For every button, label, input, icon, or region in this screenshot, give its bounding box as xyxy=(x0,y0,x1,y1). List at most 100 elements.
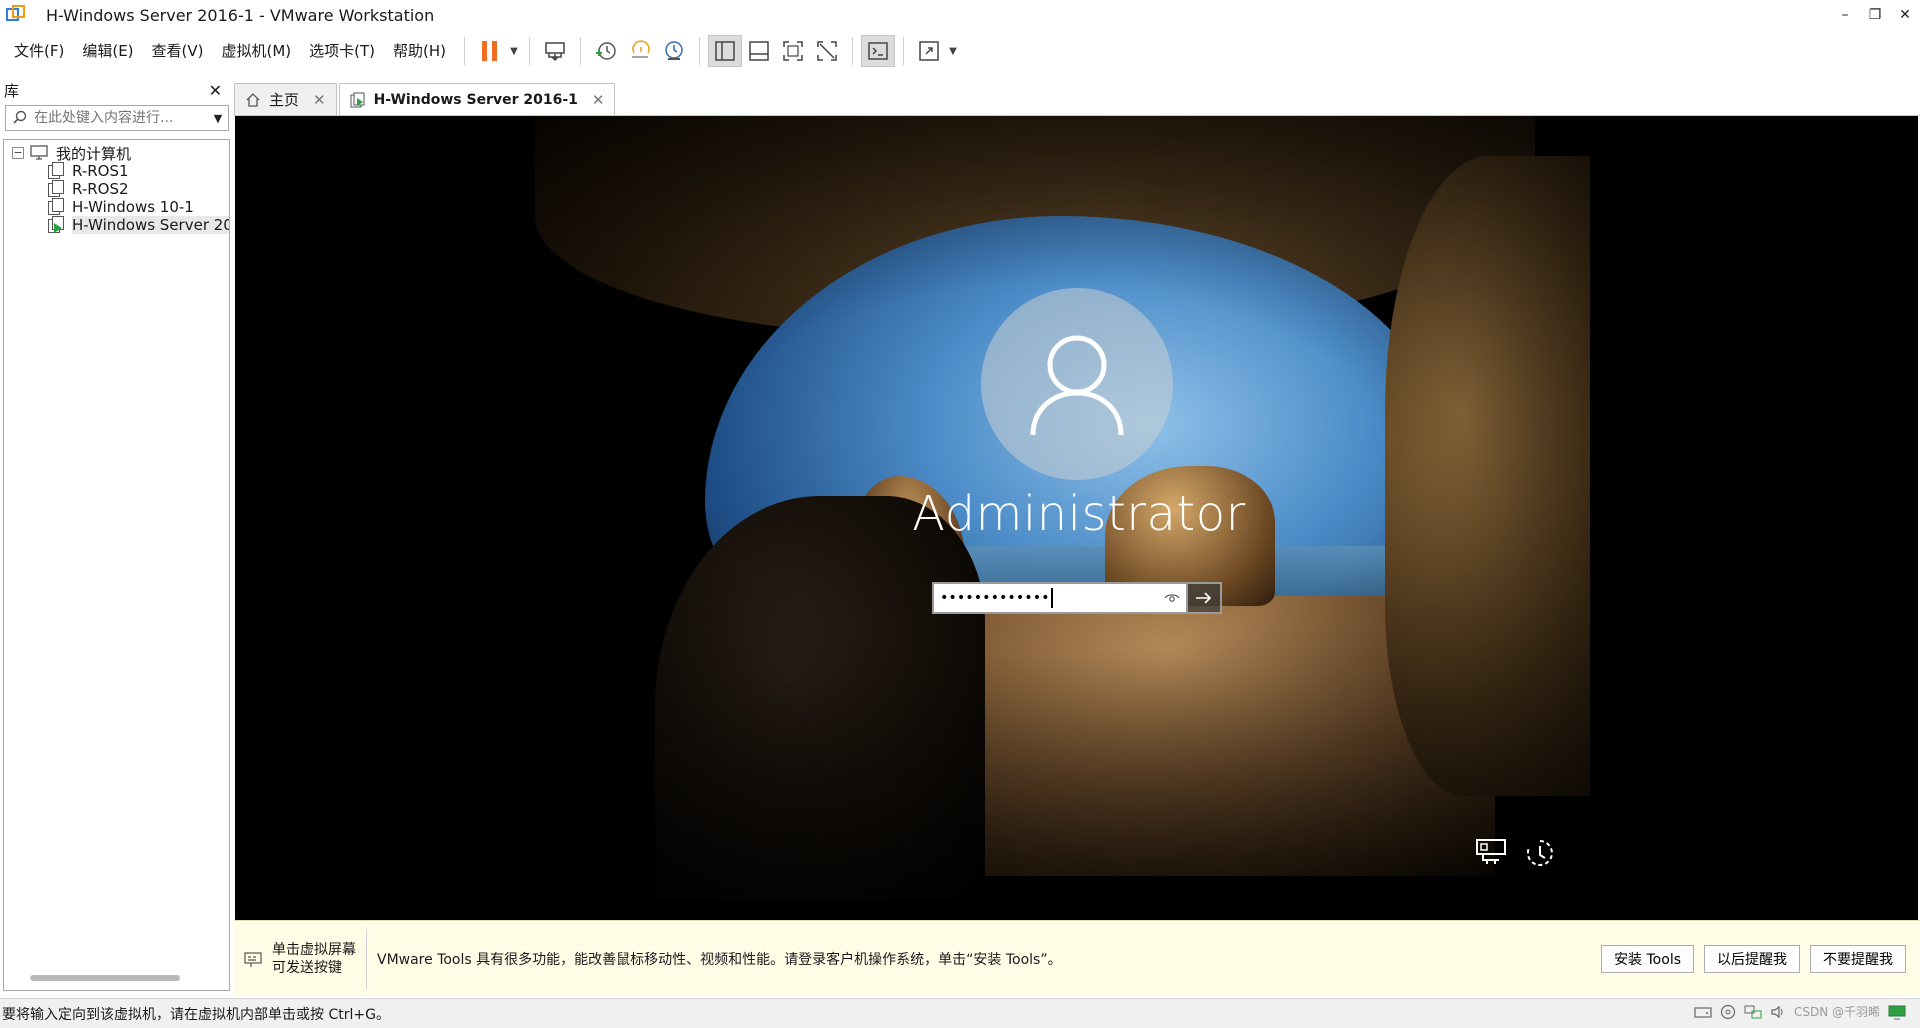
menu-tabs[interactable]: 选项卡(T) xyxy=(301,36,383,66)
collapse-toggle-icon[interactable]: − xyxy=(12,147,24,159)
tab-home-label: 主页 xyxy=(269,91,300,109)
toolbar-divider xyxy=(464,37,466,65)
tab-vm-close-icon[interactable]: ✕ xyxy=(592,91,605,109)
cd-dvd-icon[interactable] xyxy=(1720,1004,1736,1020)
library-search-input[interactable] xyxy=(34,110,208,126)
vm-console[interactable]: Administrator ••••••••••••• xyxy=(235,116,1918,920)
revert-snapshot-button[interactable] xyxy=(623,35,657,67)
tree-item-h-windows-server-2016-1[interactable]: H-Windows Server 2016-1 xyxy=(48,214,229,236)
library-tree: − 我的计算机 R-ROS1 R-ROS2 H-Windows 10-1 H-W… xyxy=(3,139,230,991)
install-tools-button[interactable]: 安装 Tools xyxy=(1601,944,1694,973)
menu-edit[interactable]: 编辑(E) xyxy=(74,36,141,66)
notice-hint-line1: 单击虚拟屏幕 xyxy=(272,941,356,958)
thumbnail-bar-icon xyxy=(749,41,769,61)
notice-message: VMware Tools 具有很多功能，能改善鼠标移动性、视频和性能。请登录客户… xyxy=(377,951,1062,968)
pause-button[interactable] xyxy=(473,35,507,67)
toolbar-divider xyxy=(580,37,582,65)
tree-item-label: H-Windows Server 2016-1 xyxy=(72,216,229,234)
menu-help[interactable]: 帮助(H) xyxy=(385,36,454,66)
computer-icon xyxy=(30,145,48,160)
vmware-tools-notice: 单击虚拟屏幕 可发送按键 VMware Tools 具有很多功能，能改善鼠标移动… xyxy=(234,920,1920,996)
revert-snapshot-icon xyxy=(632,40,650,58)
stretch-icon xyxy=(919,41,939,61)
password-mask: ••••••••••••• xyxy=(940,590,1050,606)
network-adapter-icon[interactable] xyxy=(1744,1004,1762,1020)
pause-icon xyxy=(482,41,498,61)
show-thumbnails-button[interactable] xyxy=(742,35,776,67)
toolbar-divider xyxy=(699,37,701,65)
password-row: ••••••••••••• xyxy=(932,582,1222,614)
login-username: Administrator xyxy=(912,486,1246,542)
tab-home[interactable]: 主页 ✕ xyxy=(234,83,337,115)
window-title: H-Windows Server 2016-1 - VMware Worksta… xyxy=(46,5,435,25)
submit-login-button[interactable] xyxy=(1188,582,1222,614)
user-silhouette-icon xyxy=(1030,335,1124,436)
user-avatar xyxy=(981,288,1173,480)
full-screen-icon xyxy=(783,41,803,61)
minimize-button[interactable]: – xyxy=(1830,0,1860,30)
menu-vm[interactable]: 虚拟机(M) xyxy=(214,36,300,66)
power-dropdown-icon[interactable]: ▼ xyxy=(507,35,521,67)
arrow-right-icon xyxy=(1196,592,1212,604)
tab-vm-label: H-Windows Server 2016-1 xyxy=(373,91,578,108)
tab-vm[interactable]: H-Windows Server 2016-1 ✕ xyxy=(338,83,616,115)
display-icon[interactable] xyxy=(1888,1004,1906,1020)
status-bar: 要将输入定向到该虚拟机，请在虚拟机内部单击或按 Ctrl+G。 CSDN @千羽… xyxy=(0,998,1920,1028)
snapshot-button[interactable] xyxy=(589,35,623,67)
remind-later-button[interactable]: 以后提醒我 xyxy=(1704,944,1800,973)
send-keys-icon xyxy=(545,42,565,62)
password-field[interactable]: ••••••••••••• xyxy=(932,582,1188,614)
hard-disk-icon[interactable] xyxy=(1694,1004,1712,1020)
status-message: 要将输入定向到该虚拟机，请在虚拟机内部单击或按 Ctrl+G。 xyxy=(2,1006,390,1023)
close-window-button[interactable]: ✕ xyxy=(1890,0,1920,30)
search-dropdown-icon[interactable]: ▼ xyxy=(208,112,228,125)
window-controls: – ❐ ✕ xyxy=(1830,0,1920,30)
console-view-button[interactable] xyxy=(861,35,896,67)
library-search: ▼ xyxy=(5,105,229,131)
notice-buttons: 安装 Tools 以后提醒我 不要提醒我 xyxy=(1601,944,1906,973)
snapshot-clock-icon xyxy=(596,42,616,60)
watermark-text: CSDN @千羽晞 xyxy=(1793,1005,1880,1019)
show-library-button[interactable] xyxy=(708,35,743,67)
menu-file[interactable]: 文件(F) xyxy=(6,36,72,66)
library-title: 库 xyxy=(4,81,20,100)
stretch-dropdown-icon[interactable]: ▼ xyxy=(946,35,960,67)
vmware-logo-icon xyxy=(6,5,26,25)
ease-of-access-icon[interactable] xyxy=(1525,838,1555,868)
snapshot-manager-button[interactable] xyxy=(657,35,691,67)
click-to-send-keys-hint: 单击虚拟屏幕 可发送按键 xyxy=(234,928,367,989)
search-icon xyxy=(6,110,34,126)
lock-screen-corner-controls xyxy=(1475,838,1555,868)
keyboard-hint-icon xyxy=(244,951,262,967)
library-layout-icon xyxy=(715,41,735,61)
stretch-guest-button[interactable] xyxy=(912,35,946,67)
tab-bar: 主页 ✕ H-Windows Server 2016-1 ✕ xyxy=(234,82,1920,116)
sound-icon[interactable] xyxy=(1770,1004,1786,1020)
library-horizontal-scrollbar[interactable] xyxy=(30,975,180,981)
network-icon[interactable] xyxy=(1475,838,1507,866)
full-screen-button[interactable] xyxy=(776,35,810,67)
terminal-icon xyxy=(868,42,888,60)
unity-button[interactable] xyxy=(810,35,844,67)
unity-icon xyxy=(817,41,837,61)
device-status-icons: CSDN @千羽晞 xyxy=(1694,1003,1906,1020)
vm-running-icon xyxy=(48,216,66,234)
toolbar-divider xyxy=(852,37,854,65)
snapshot-manager-icon xyxy=(665,41,683,60)
vm-running-icon xyxy=(350,92,366,108)
home-icon xyxy=(245,92,261,108)
guest-lock-screen[interactable]: Administrator ••••••••••••• xyxy=(235,116,1590,900)
never-remind-button[interactable]: 不要提醒我 xyxy=(1810,944,1906,973)
toolbar-divider xyxy=(529,37,531,65)
restore-button[interactable]: ❐ xyxy=(1860,0,1890,30)
send-ctrl-alt-del-button[interactable] xyxy=(538,35,572,67)
library-close-icon[interactable]: ✕ xyxy=(209,81,222,100)
toolbar-divider xyxy=(903,37,905,65)
text-caret xyxy=(1050,588,1053,608)
tab-home-close-icon[interactable]: ✕ xyxy=(313,91,326,109)
library-header: 库 ✕ xyxy=(0,78,230,102)
menu-toolbar: 文件(F) 编辑(E) 查看(V) 虚拟机(M) 选项卡(T) 帮助(H) ▼ … xyxy=(0,32,1920,70)
reveal-password-icon[interactable] xyxy=(1164,592,1180,604)
notice-hint-text: 单击虚拟屏幕 可发送按键 xyxy=(272,941,356,977)
menu-view[interactable]: 查看(V) xyxy=(144,36,212,66)
